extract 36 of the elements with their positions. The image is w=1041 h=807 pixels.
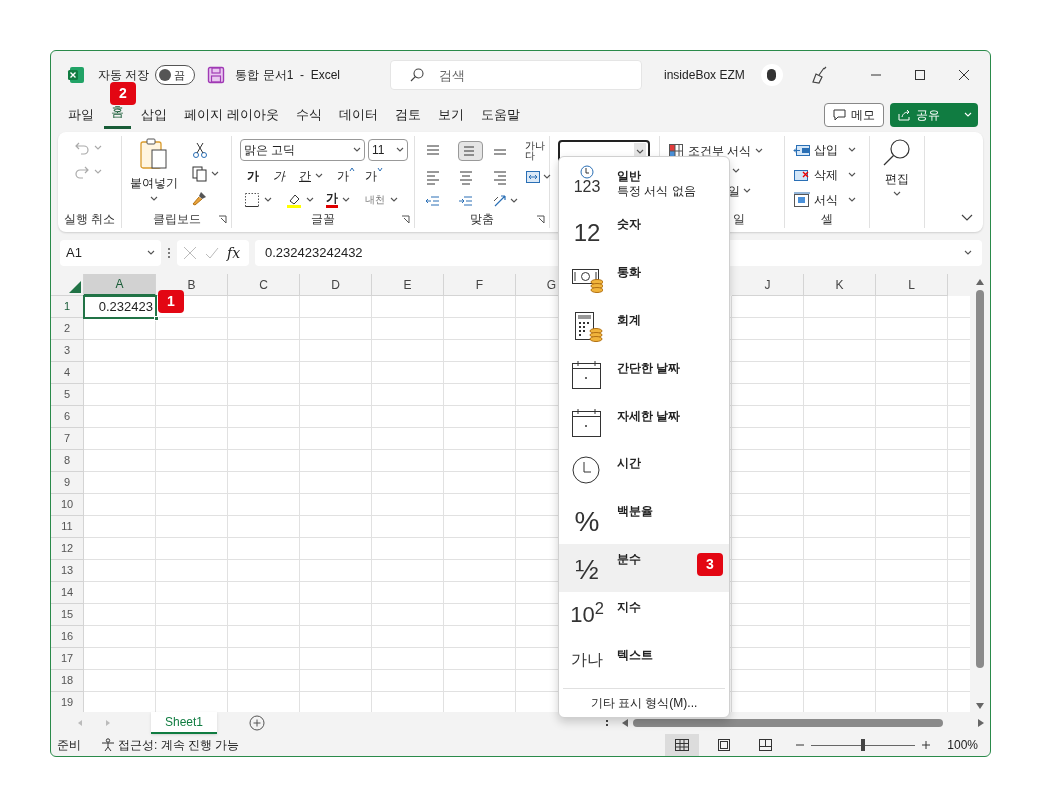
document-title: 통합 문서1 - Excel <box>235 67 341 84</box>
user-name: insideBox EZM <box>664 67 745 84</box>
menu-item-label: 간단한 날짜 <box>617 360 681 376</box>
format-sample: 12 <box>573 220 601 245</box>
step-badge: 3 <box>697 553 723 576</box>
menu-item-label: 지수 <box>617 600 641 616</box>
format-sample: 123 <box>573 179 601 195</box>
menu-item-label: 숫자 <box>617 216 641 232</box>
status-text: 준비 <box>57 737 81 754</box>
group-label: 일 <box>733 211 745 228</box>
menu-item-label: 시간 <box>617 456 641 472</box>
group-label: 글꼴 <box>311 211 335 228</box>
formula-value: 0.232423242432 <box>265 244 363 263</box>
menu-item-label: 텍스트 <box>617 648 653 664</box>
menu-item-label: 통화 <box>617 264 641 280</box>
field-value: 맑은 고딕 <box>244 142 296 159</box>
menu-item-description: 특정 서식 없음 <box>617 184 696 199</box>
menu-item-label: 일반 <box>617 169 642 184</box>
menu-item-label: 백분율 <box>617 504 653 520</box>
menu-item-label: 회계 <box>617 312 641 328</box>
step-badge: 1 <box>158 290 184 313</box>
autosave-label: 자동 저장 <box>98 67 150 84</box>
format-sample: % <box>574 508 600 537</box>
group-label: 클립보드 <box>152 211 201 228</box>
format-sample: 가나 <box>571 652 603 669</box>
accessibility-status: 접근성: 계속 진행 가능 <box>118 737 240 754</box>
menu-item-label: 자세한 날짜 <box>617 408 681 424</box>
group-label: 맞춤 <box>470 211 494 228</box>
group-label: 실행 취소 <box>63 211 116 228</box>
cell-reference: A1 <box>66 244 82 263</box>
field-value: 11 <box>372 142 385 159</box>
step-badge: 2 <box>110 82 136 105</box>
format-sample: ½ <box>575 556 599 585</box>
group-label: 셀 <box>821 211 833 228</box>
menu-item-label: 분수 <box>617 552 641 568</box>
format-sample: 10$^{2}$ <box>570 604 604 627</box>
